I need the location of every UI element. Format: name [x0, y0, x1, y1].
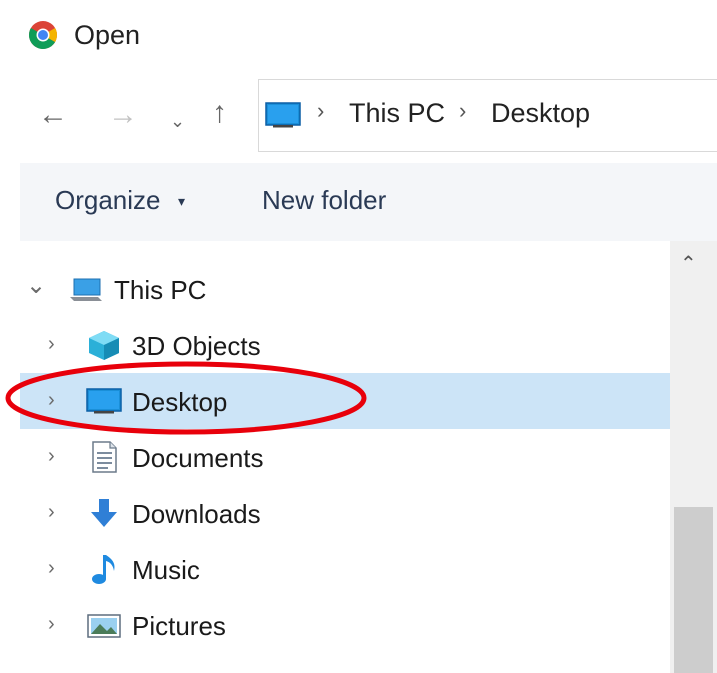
chevron-right-icon[interactable]: › — [48, 613, 55, 636]
breadcrumb-separator: › — [459, 98, 467, 123]
pictures-icon — [87, 614, 121, 638]
tree-item-3d-objects[interactable]: › 3D Objects — [20, 317, 670, 373]
command-toolbar: Organize ▾ New folder — [20, 163, 717, 241]
recent-locations-button[interactable]: ⌄ — [170, 106, 185, 136]
tree-item-desktop[interactable]: › Desktop — [20, 373, 670, 429]
window-title: Open — [74, 20, 141, 50]
3d-objects-icon — [89, 331, 119, 360]
title-bar: Open — [0, 0, 717, 78]
tree-item-label: Desktop — [132, 387, 228, 417]
scrollbar-thumb[interactable] — [674, 507, 713, 673]
tree-item-label: Pictures — [132, 611, 226, 641]
chevron-down-icon[interactable]: ▾ — [178, 193, 185, 210]
breadcrumb-this-pc[interactable]: This PC — [349, 98, 445, 129]
breadcrumb-separator: › — [317, 98, 325, 123]
up-button[interactable]: ↑ — [212, 98, 227, 128]
chevron-down-icon[interactable]: ⌄ — [26, 271, 46, 300]
chrome-icon — [29, 21, 57, 49]
downloads-icon — [91, 499, 117, 527]
tree-item-label: Documents — [132, 443, 264, 473]
tree-item-label: Downloads — [132, 499, 261, 529]
chevron-right-icon[interactable]: › — [48, 501, 55, 524]
navigation-pane: ⌄ This PC › 3D Objects › Desktop › Docum… — [20, 241, 670, 673]
tree-item-downloads[interactable]: › Downloads — [20, 485, 670, 541]
scroll-up-arrow-icon[interactable]: ⌃ — [680, 251, 697, 276]
forward-button[interactable]: → — [108, 100, 138, 130]
organize-button[interactable]: Organize — [55, 185, 161, 216]
desktop-icon — [86, 388, 122, 414]
tree-item-label: This PC — [114, 275, 207, 305]
chevron-right-icon[interactable]: › — [48, 333, 55, 356]
music-icon — [92, 555, 115, 584]
address-bar[interactable]: › This PC › Desktop — [258, 79, 717, 152]
chevron-right-icon[interactable]: › — [48, 389, 55, 412]
documents-icon — [92, 441, 117, 473]
desktop-icon — [265, 102, 301, 128]
tree-item-label: Music — [132, 555, 200, 585]
tree-item-this-pc[interactable]: ⌄ This PC — [20, 261, 670, 317]
new-folder-button[interactable]: New folder — [262, 185, 386, 216]
this-pc-icon — [70, 278, 102, 301]
tree-item-documents[interactable]: › Documents — [20, 429, 670, 485]
tree-item-pictures[interactable]: › Pictures — [20, 597, 670, 653]
chevron-right-icon[interactable]: › — [48, 445, 55, 468]
back-button[interactable]: ← — [38, 100, 68, 130]
breadcrumb-desktop[interactable]: Desktop — [491, 98, 590, 129]
tree-item-music[interactable]: › Music — [20, 541, 670, 597]
vertical-scrollbar[interactable]: ⌃ — [670, 241, 717, 673]
chevron-right-icon[interactable]: › — [48, 557, 55, 580]
tree-item-label: 3D Objects — [132, 331, 261, 361]
